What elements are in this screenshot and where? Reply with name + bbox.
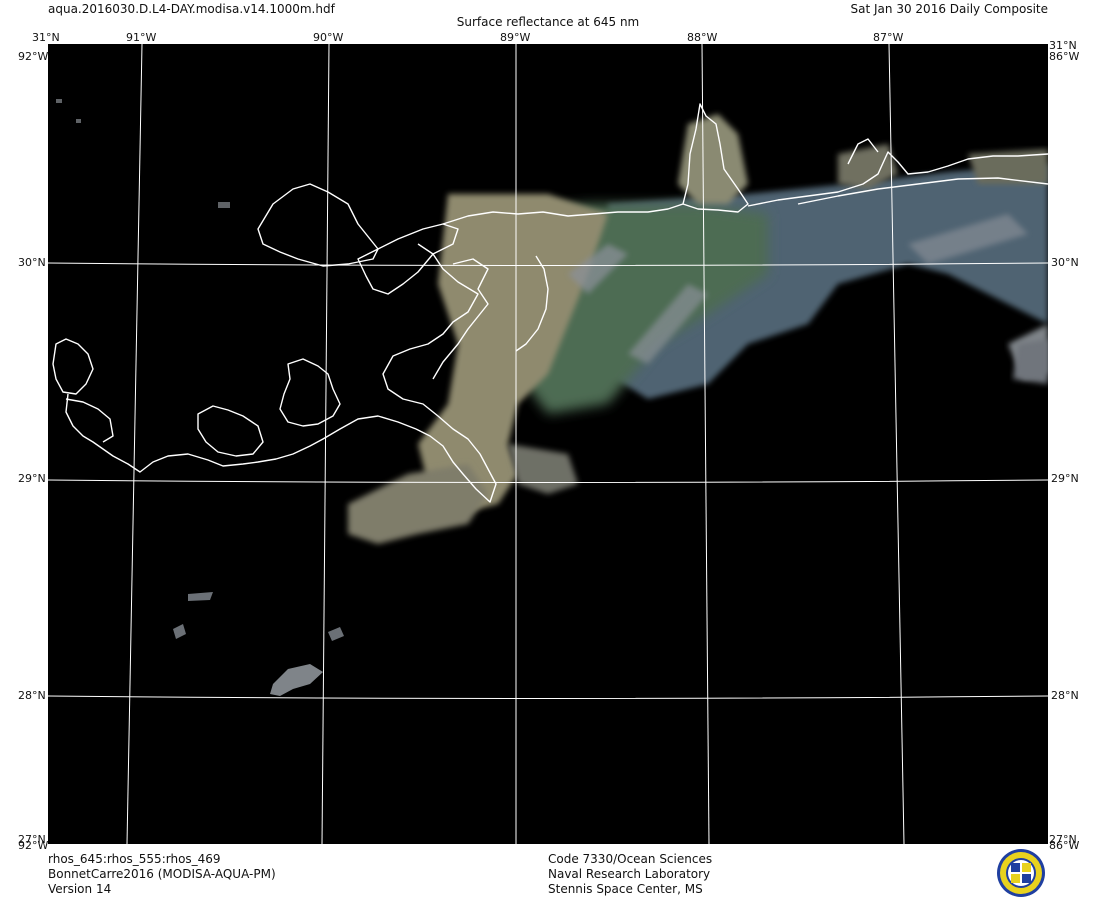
version: Version 14: [48, 882, 112, 896]
lat-label-right-28: 28°N: [1051, 689, 1079, 702]
lon-label-top-88: 88°W: [687, 31, 718, 44]
lon-label-top-91: 91°W: [126, 31, 157, 44]
nrl-seal-icon: [996, 848, 1046, 898]
footer-left: rhos_645:rhos_555:rhos_469 BonnetCarre20…: [48, 852, 276, 897]
org-code: Code 7330/Ocean Sciences: [548, 852, 713, 866]
cloud-east-patch-2: [1013, 339, 1048, 384]
map-title: Surface reflectance at 645 nm: [456, 15, 640, 29]
corner-lat-top-left: 31°N: [32, 31, 60, 44]
composite-date: Sat Jan 30 2016 Daily Composite: [850, 2, 1048, 16]
lat-label-right-29: 29°N: [1051, 472, 1079, 485]
reflectance-map: [48, 44, 1048, 844]
corner-lon-bottom-right: 86°W: [1049, 839, 1080, 852]
lon-label-top-89: 89°W: [500, 31, 531, 44]
lat-label-left-28: 28°N: [18, 689, 46, 702]
lon-label-top-87: 87°W: [873, 31, 904, 44]
org-location: Stennis Space Center, MS: [548, 882, 703, 896]
org-name: Naval Research Laboratory: [548, 867, 711, 881]
map-canvas: [48, 44, 1048, 844]
footer-center: Code 7330/Ocean Sciences Naval Research …: [548, 852, 712, 897]
band-combination: rhos_645:rhos_555:rhos_469: [48, 852, 221, 866]
lat-label-right-30: 30°N: [1051, 256, 1079, 269]
land-speck-3: [76, 119, 81, 123]
corner-lon-top-right: 86°W: [1049, 50, 1080, 63]
land-speck-2: [56, 99, 62, 103]
map-background: [48, 44, 1048, 844]
corner-lon-top-left: 92°W: [18, 50, 49, 63]
lat-label-left-30: 30°N: [18, 256, 46, 269]
lat-label-left-29: 29°N: [18, 472, 46, 485]
file-name: aqua.2016030.D.L4-DAY.modisa.v14.1000m.h…: [48, 2, 335, 16]
corner-lon-bottom-left: 92°W: [18, 839, 49, 852]
product-name: BonnetCarre2016 (MODISA-AQUA-PM): [48, 867, 276, 881]
land-speck-1: [218, 202, 230, 208]
lon-label-top-90: 90°W: [313, 31, 344, 44]
